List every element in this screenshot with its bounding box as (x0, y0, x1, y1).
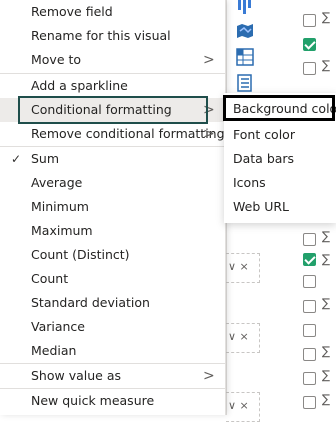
field-checkbox[interactable] (303, 300, 316, 313)
field-checkbox[interactable] (303, 396, 316, 409)
sigma-icon: ∑ (322, 344, 331, 358)
menu-item-show-value-as[interactable]: Show value as > (0, 364, 225, 388)
menu-item-variance[interactable]: Variance (0, 315, 225, 339)
menu-item-rename[interactable]: Rename for this visual (0, 24, 225, 48)
submenu-item-background-color[interactable]: Background color (224, 97, 336, 121)
field-context-menu: Remove field Rename for this visual Move… (0, 0, 226, 415)
submenu-item-label: Font color (233, 127, 295, 142)
menu-item-label: Median (31, 343, 77, 358)
conditional-formatting-submenu: Background color Font color Data bars Ic… (223, 93, 336, 223)
menu-item-average[interactable]: Average (0, 171, 225, 195)
field-well-controls[interactable]: ∨ × (228, 260, 249, 273)
sigma-icon: ∑ (322, 229, 331, 243)
sigma-icon: ∑ (322, 252, 331, 266)
sigma-icon: ∑ (322, 392, 331, 406)
menu-item-label: Remove conditional formatting (31, 126, 225, 141)
chevron-right-icon: > (203, 368, 215, 384)
menu-item-label: Show value as (31, 368, 121, 383)
sigma-icon: ∑ (322, 58, 331, 72)
sigma-icon: ∑ (322, 296, 331, 310)
chevron-right-icon: > (203, 52, 215, 68)
field-checkbox[interactable] (303, 62, 316, 75)
menu-item-label: Add a sparkline (31, 78, 128, 93)
menu-item-label: Sum (31, 151, 60, 166)
table-visual-icon[interactable] (236, 74, 254, 92)
menu-item-label: Minimum (31, 199, 89, 214)
chevron-right-icon: > (203, 102, 215, 118)
menu-item-remove-field[interactable]: Remove field (0, 0, 225, 24)
field-well-controls[interactable]: ∨ × (228, 399, 249, 412)
menu-item-new-quick-measure[interactable]: New quick measure (0, 389, 225, 413)
field-well[interactable]: ∨ × (226, 253, 260, 283)
field-checkbox-checked[interactable] (303, 38, 316, 51)
menu-item-label: Conditional formatting (31, 102, 172, 117)
field-checkbox[interactable] (303, 14, 316, 27)
menu-item-add-sparkline[interactable]: Add a sparkline (0, 74, 225, 98)
menu-item-conditional-formatting[interactable]: Conditional formatting > (0, 98, 225, 122)
submenu-item-label: Icons (233, 175, 266, 190)
matrix-visual-icon[interactable] (236, 48, 254, 66)
menu-item-label: Maximum (31, 223, 93, 238)
checkmark-icon: ✓ (11, 152, 22, 166)
field-well[interactable]: ∨ × (226, 392, 260, 422)
submenu-item-web-url[interactable]: Web URL (224, 195, 336, 219)
menu-item-label: Move to (31, 52, 82, 67)
menu-item-move-to[interactable]: Move to > (0, 48, 225, 72)
menu-item-label: Count (31, 271, 69, 286)
menu-item-label: Average (31, 175, 83, 190)
menu-item-minimum[interactable]: Minimum (0, 195, 225, 219)
submenu-item-label: Web URL (233, 199, 290, 214)
menu-item-median[interactable]: Median (0, 339, 225, 363)
field-well-controls[interactable]: ∨ × (228, 330, 249, 343)
field-checkbox[interactable] (303, 348, 316, 361)
field-checkbox[interactable] (303, 233, 316, 246)
bar-chart-visual-icon[interactable] (236, 0, 254, 18)
menu-item-label: Remove field (31, 4, 113, 19)
menu-item-maximum[interactable]: Maximum (0, 219, 225, 243)
menu-item-label: Standard deviation (31, 295, 150, 310)
menu-item-remove-conditional-formatting[interactable]: Remove conditional formatting > (0, 122, 225, 146)
field-checkbox[interactable] (303, 324, 316, 337)
field-checkbox-checked[interactable] (303, 253, 316, 266)
menu-item-label: Variance (31, 319, 85, 334)
menu-item-label: Rename for this visual (31, 28, 171, 43)
menu-item-count[interactable]: Count (0, 267, 225, 291)
field-checkbox[interactable] (303, 275, 316, 288)
menu-item-label: Count (Distinct) (31, 247, 130, 262)
sigma-icon: ∑ (322, 368, 331, 382)
menu-item-count-distinct[interactable]: Count (Distinct) (0, 243, 225, 267)
menu-item-label: New quick measure (31, 393, 155, 408)
field-checkbox[interactable] (303, 372, 316, 385)
field-well[interactable]: ∨ × (226, 323, 260, 353)
submenu-item-icons[interactable]: Icons (224, 171, 336, 195)
submenu-item-label: Data bars (233, 151, 295, 166)
submenu-item-data-bars[interactable]: Data bars (224, 147, 336, 171)
map-visual-icon[interactable] (236, 22, 254, 40)
menu-item-standard-deviation[interactable]: Standard deviation (0, 291, 225, 315)
menu-item-sum[interactable]: ✓ Sum (0, 147, 225, 171)
sigma-icon: ∑ (322, 10, 331, 24)
submenu-item-font-color[interactable]: Font color (224, 123, 336, 147)
chevron-right-icon: > (203, 126, 215, 142)
submenu-item-label: Background color (233, 101, 336, 116)
